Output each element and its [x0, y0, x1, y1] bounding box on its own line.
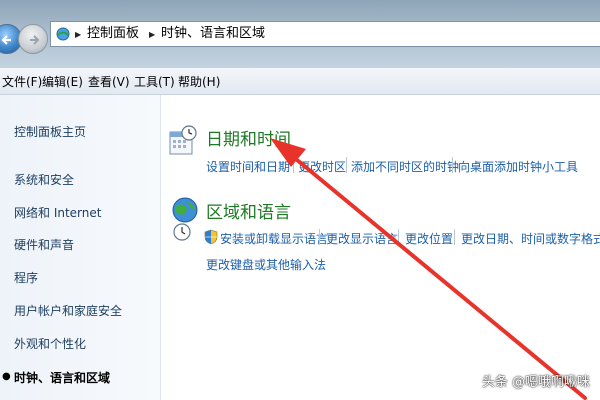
link-change-display-language[interactable]: 更改显示语言	[326, 230, 398, 247]
category-title-region-language[interactable]: 区域和语言	[206, 198, 291, 223]
menu-edit[interactable]: 编辑(E)	[42, 73, 83, 90]
link-divider	[346, 157, 347, 173]
link-divider	[452, 157, 453, 173]
uac-shield-icon	[204, 229, 218, 245]
link-change-location[interactable]: 更改位置	[405, 230, 453, 247]
menu-bar: 文件(F) 编辑(E) 查看(V) 工具(T) 帮助(H)	[0, 68, 600, 95]
link-change-date-time-number-format[interactable]: 更改日期、时间或数字格式	[461, 230, 600, 247]
sidebar-item-user-accounts[interactable]: 用户帐户和家庭安全	[14, 302, 122, 319]
link-add-clocks[interactable]: 添加不同时区的时钟	[351, 158, 459, 175]
globe-clock-icon	[172, 197, 198, 241]
link-divider	[319, 229, 320, 245]
address-bar[interactable]: ▶ 控制面板 ▶ 时钟、语言和区域	[50, 21, 600, 47]
breadcrumb-clock-language-region[interactable]: 时钟、语言和区域	[161, 26, 265, 42]
link-set-date-time[interactable]: 设置时间和日期	[206, 158, 290, 175]
link-divider	[454, 229, 455, 245]
current-item-bullet-icon: ●	[2, 371, 11, 382]
watermark: 头条 @嗯哦啊啾咪	[481, 375, 590, 390]
menu-view[interactable]: 查看(V)	[88, 73, 130, 90]
link-install-uninstall-language[interactable]: 安装或卸载显示语言	[220, 230, 328, 247]
menu-file[interactable]: 文件(F)	[2, 73, 42, 90]
clock-calendar-icon	[169, 125, 197, 155]
menu-help[interactable]: 帮助(H)	[178, 73, 220, 90]
link-add-clock-gadget[interactable]: 向桌面添加时钟小工具	[458, 158, 578, 175]
control-panel-icon	[56, 27, 70, 41]
breadcrumb-control-panel[interactable]: 控制面板	[87, 26, 139, 42]
menu-tools[interactable]: 工具(T)	[134, 73, 175, 90]
link-change-time-zone[interactable]: 更改时区	[298, 158, 346, 175]
sidebar-item-hardware-sound[interactable]: 硬件和声音	[14, 236, 74, 253]
category-title-date-time[interactable]: 日期和时间	[206, 125, 291, 150]
breadcrumb-separator-icon: ▶	[149, 30, 156, 39]
link-divider	[398, 229, 399, 245]
title-bar: ▶ 控制面板 ▶ 时钟、语言和区域	[0, 0, 600, 68]
back-arrow-icon	[1, 35, 11, 45]
sidebar-item-system-security[interactable]: 系统和安全	[14, 171, 74, 188]
sidebar-item-clock-language-region[interactable]: 时钟、语言和区域	[14, 369, 110, 386]
sidebar-item-control-panel-home[interactable]: 控制面板主页	[14, 123, 86, 140]
link-change-keyboard-input[interactable]: 更改键盘或其他输入法	[206, 256, 326, 273]
sidebar-item-appearance[interactable]: 外观和个性化	[14, 335, 86, 352]
left-nav-pane: 控制面板主页 系统和安全 网络和 Internet 硬件和声音 程序 用户帐户和…	[0, 95, 161, 400]
sidebar-item-programs[interactable]: 程序	[14, 269, 38, 286]
sidebar-item-network-internet[interactable]: 网络和 Internet	[14, 204, 101, 221]
forward-button[interactable]	[18, 24, 48, 54]
link-divider	[293, 157, 294, 173]
forward-arrow-icon	[30, 35, 40, 45]
breadcrumb-separator-icon: ▶	[75, 30, 82, 39]
